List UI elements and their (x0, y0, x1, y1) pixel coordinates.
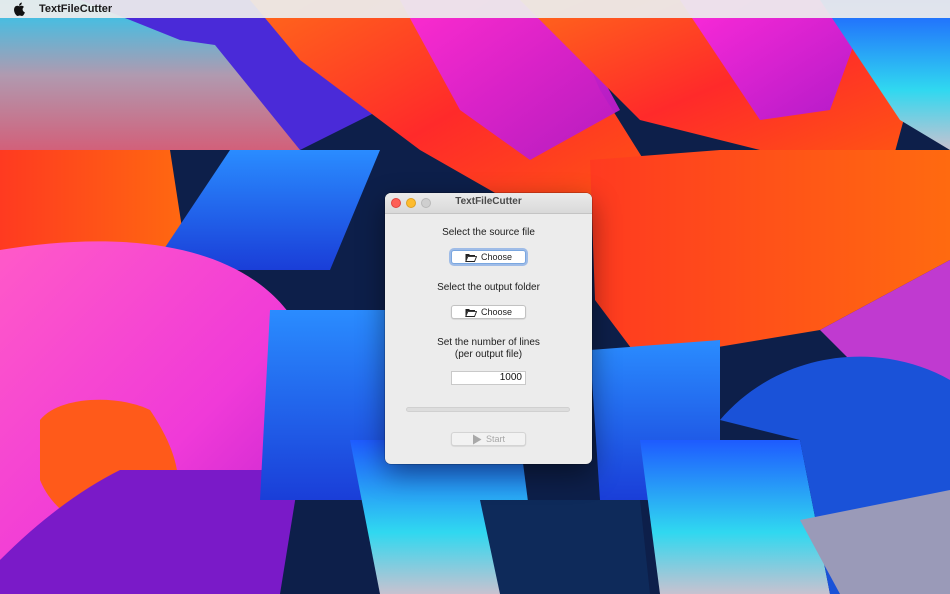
play-icon (472, 434, 482, 445)
lines-sublabel: (per output file) (454, 349, 523, 360)
app-menu-name[interactable]: TextFileCutter (39, 3, 112, 15)
desktop: TextFileCutter TextFileCutter Select the… (0, 0, 950, 594)
choose-output-label: Choose (480, 307, 513, 317)
lines-label: Set the number of lines (437, 337, 540, 348)
menu-bar: TextFileCutter (0, 0, 950, 18)
start-button[interactable]: Start (451, 432, 526, 446)
textfilecutter-window: TextFileCutter Select the source file Ch… (385, 193, 592, 464)
window-titlebar[interactable]: TextFileCutter (385, 193, 592, 214)
folder-icon (465, 253, 477, 262)
start-label: Start (485, 434, 505, 444)
choose-source-button[interactable]: Choose (451, 250, 526, 264)
output-folder-label: Select the output folder (437, 282, 540, 293)
progress-bar (406, 407, 570, 412)
choose-output-button[interactable]: Choose (451, 305, 526, 319)
window-title: TextFileCutter (455, 196, 522, 207)
folder-icon (465, 308, 477, 317)
choose-source-label: Choose (480, 252, 513, 262)
apple-logo-icon[interactable] (13, 2, 26, 16)
lines-per-file-input[interactable]: 1000 (451, 371, 526, 385)
source-file-label: Select the source file (442, 227, 535, 238)
